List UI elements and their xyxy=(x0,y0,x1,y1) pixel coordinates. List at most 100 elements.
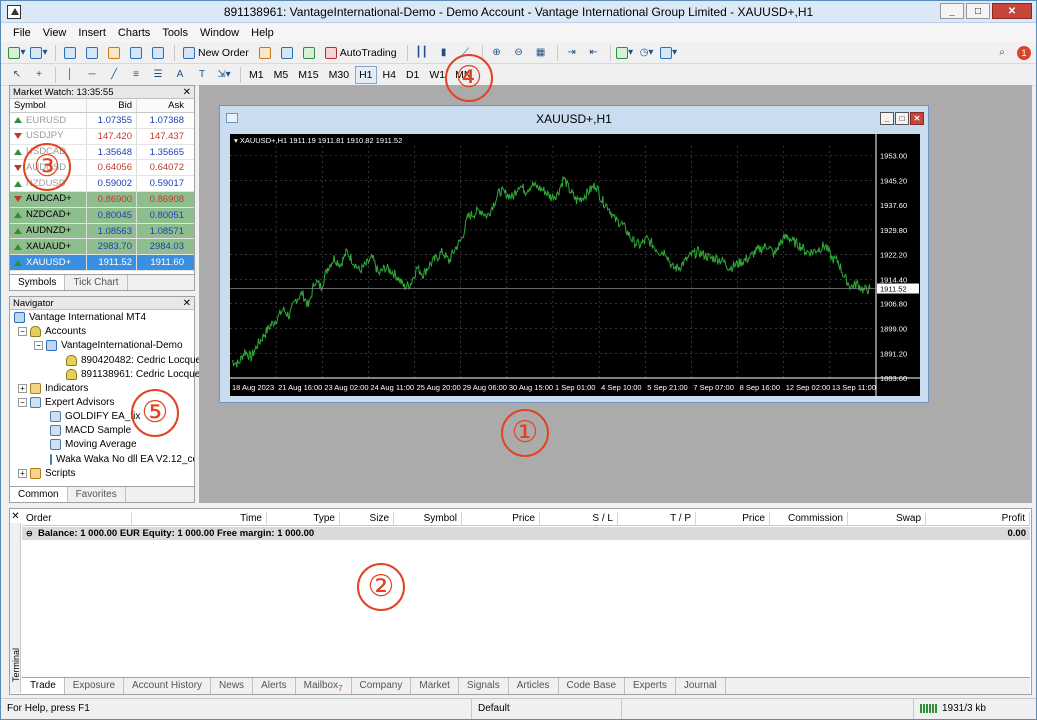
autotrading-button[interactable]: AutoTrading xyxy=(321,44,401,62)
new-order-button[interactable]: New Order xyxy=(179,44,253,62)
tab-tick-chart[interactable]: Tick Chart xyxy=(65,275,128,290)
timeframe-m5[interactable]: M5 xyxy=(270,66,293,84)
market-icon[interactable] xyxy=(277,44,297,62)
tab-company[interactable]: Company xyxy=(352,678,412,694)
nav-ea-item[interactable]: GOLDIFY EA_fix xyxy=(50,410,140,423)
nav-root[interactable]: Vantage International MT4 xyxy=(14,311,146,324)
text-label-icon[interactable]: T xyxy=(192,66,212,84)
col-s-l[interactable]: S / L xyxy=(540,512,618,526)
menu-window[interactable]: Window xyxy=(194,27,245,39)
col-price[interactable]: Price xyxy=(696,512,770,526)
market-watch-row[interactable]: XAUAUD+ 2983.70 2984.03 xyxy=(10,239,194,256)
timeframe-d1[interactable]: D1 xyxy=(402,66,423,84)
nav-scripts[interactable]: + Scripts xyxy=(18,467,76,480)
timeframe-h1[interactable]: H1 xyxy=(355,65,377,84)
navigator-icon[interactable] xyxy=(104,44,124,62)
market-watch-row[interactable]: USDJPY 147.420 147.437 xyxy=(10,128,194,145)
menu-view[interactable]: View xyxy=(37,27,73,39)
timeframe-m30[interactable]: M30 xyxy=(325,66,353,84)
col-order[interactable]: Order xyxy=(22,512,132,526)
col-symbol[interactable]: Symbol xyxy=(10,99,86,112)
arrows-icon[interactable]: ⇲▾ xyxy=(214,66,234,84)
tab-experts[interactable]: Experts xyxy=(625,678,676,694)
strategy-tester-icon[interactable] xyxy=(148,44,168,62)
tab-market[interactable]: Market xyxy=(411,678,459,694)
data-window-icon[interactable] xyxy=(82,44,102,62)
signals-icon[interactable] xyxy=(299,44,319,62)
metaeditor-icon[interactable] xyxy=(255,44,275,62)
nav-ea-item[interactable]: Moving Average xyxy=(50,438,137,451)
menu-file[interactable]: File xyxy=(7,27,37,39)
tab-news[interactable]: News xyxy=(211,678,254,694)
new-chart-icon[interactable]: ▾ xyxy=(7,44,27,62)
nav-ea-item[interactable]: Waka Waka No dll EA V2.12_cor xyxy=(50,453,194,466)
crosshair-icon[interactable]: + xyxy=(29,66,49,84)
col-commission[interactable]: Commission xyxy=(770,512,848,526)
channel-icon[interactable]: ≡ xyxy=(126,66,146,84)
menu-charts[interactable]: Charts xyxy=(112,27,156,39)
close-button[interactable]: ✕ xyxy=(992,3,1032,19)
nav-account-2[interactable]: 891138961: Cedric Locquen xyxy=(66,368,206,381)
nav-experts[interactable]: − Expert Advisors xyxy=(18,396,114,409)
tab-account-history[interactable]: Account History xyxy=(124,678,212,694)
col-bid[interactable]: Bid xyxy=(86,99,136,112)
indicators-icon[interactable]: ▾ xyxy=(615,44,635,62)
tab-alerts[interactable]: Alerts xyxy=(253,678,296,694)
price-chart[interactable]: 1953.00 1945.20 1937.60 1929.80 1922.20 1914.… xyxy=(230,134,920,396)
bar-chart-icon[interactable]: ┃┃ xyxy=(412,44,432,62)
menu-help[interactable]: Help xyxy=(245,27,280,39)
collapse-icon[interactable]: − xyxy=(18,398,27,407)
tab-journal[interactable]: Journal xyxy=(676,678,726,694)
col-type[interactable]: Type xyxy=(267,512,340,526)
tab-symbols[interactable]: Symbols xyxy=(10,275,66,290)
tab-trade[interactable]: Trade xyxy=(22,678,65,694)
notifications-icon[interactable]: 1 xyxy=(1014,44,1034,62)
collapse-icon[interactable]: − xyxy=(18,327,27,336)
timeframe-h4[interactable]: H4 xyxy=(379,66,400,84)
minimize-button[interactable]: _ xyxy=(940,3,964,19)
timeframe-m15[interactable]: M15 xyxy=(294,66,322,84)
col-symbol[interactable]: Symbol xyxy=(394,512,462,526)
tab-favorites[interactable]: Favorites xyxy=(68,487,126,502)
market-watch-icon[interactable] xyxy=(60,44,80,62)
tab-mailbox[interactable]: Mailbox7 xyxy=(296,678,352,694)
nav-ea-item[interactable]: MACD Sample xyxy=(50,424,131,437)
terminal-icon[interactable] xyxy=(126,44,146,62)
tile-windows-icon[interactable]: ▦ xyxy=(531,44,551,62)
expand-icon[interactable]: + xyxy=(18,469,27,478)
close-icon[interactable]: ✕ xyxy=(183,86,191,99)
tab-articles[interactable]: Articles xyxy=(509,678,559,694)
chart-minimize-button[interactable]: _ xyxy=(880,112,894,125)
chart-shift-icon[interactable]: ⇤ xyxy=(584,44,604,62)
market-watch-row[interactable]: NZDCAD+ 0.80045 0.80051 xyxy=(10,207,194,224)
zoom-out-icon[interactable]: ⊖ xyxy=(509,44,529,62)
text-icon[interactable]: A xyxy=(170,66,190,84)
col-price[interactable]: Price xyxy=(462,512,540,526)
col-profit[interactable]: Profit xyxy=(926,512,1030,526)
market-watch-row[interactable]: AUDCAD+ 0.86900 0.86908 xyxy=(10,191,194,208)
nav-accounts[interactable]: − Accounts xyxy=(18,325,86,338)
menu-insert[interactable]: Insert xyxy=(72,27,112,39)
chart-maximize-button[interactable]: □ xyxy=(895,112,909,125)
market-watch-row[interactable]: XAUUSD+ 1911.52 1911.60 xyxy=(10,255,194,271)
profiles-icon[interactable]: ▾ xyxy=(29,44,49,62)
cursor-icon[interactable]: ↖ xyxy=(7,66,27,84)
menu-tools[interactable]: Tools xyxy=(156,27,194,39)
chart-close-button[interactable]: ✕ xyxy=(910,112,924,125)
periods-icon[interactable]: ◷▾ xyxy=(637,44,657,62)
nav-server[interactable]: − VantageInternational-Demo xyxy=(34,339,183,352)
close-icon[interactable]: ✕ xyxy=(10,511,21,522)
horizontal-line-icon[interactable]: ─ xyxy=(82,66,102,84)
vertical-line-icon[interactable]: │ xyxy=(60,66,80,84)
nav-account-1[interactable]: 890420482: Cedric Locquen xyxy=(66,354,207,367)
collapse-icon[interactable]: − xyxy=(34,341,43,350)
nav-indicators[interactable]: + Indicators xyxy=(18,382,88,395)
candlestick-icon[interactable]: ▮ xyxy=(434,44,454,62)
close-icon[interactable]: ✕ xyxy=(183,297,191,310)
market-watch-row[interactable]: EURUSD 1.07355 1.07368 xyxy=(10,113,194,129)
templates-icon[interactable]: ▾ xyxy=(659,44,679,62)
col-t-p[interactable]: T / P xyxy=(618,512,696,526)
tab-common[interactable]: Common xyxy=(10,487,68,502)
market-watch-row[interactable]: AUDNZD+ 1.08563 1.08571 xyxy=(10,223,194,240)
timeframe-m1[interactable]: M1 xyxy=(245,66,268,84)
